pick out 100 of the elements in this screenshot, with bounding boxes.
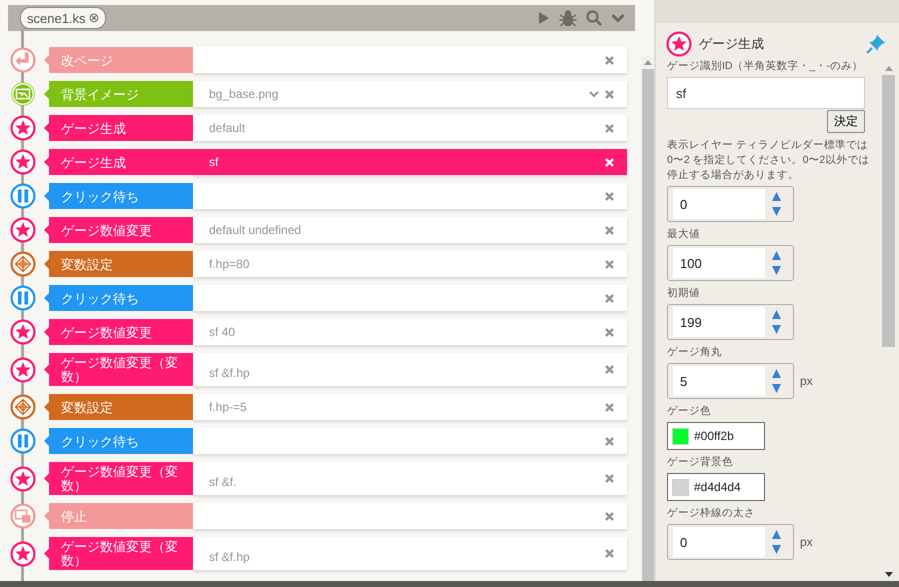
tab-close[interactable]: ⊗	[88, 10, 100, 26]
number-spinner[interactable]: 0	[667, 524, 794, 560]
delete-icon[interactable]	[605, 260, 614, 268]
number-spinner[interactable]: 0	[667, 186, 794, 222]
color-field[interactable]: #00ff2b	[667, 422, 765, 450]
field-label: 最大値	[667, 227, 701, 242]
command-label[interactable]: ゲージ数値変更（変数）	[44, 353, 193, 386]
delete-icon[interactable]	[605, 90, 614, 98]
command-row[interactable]: bg_base.png	[193, 81, 627, 107]
increment-icon[interactable]	[772, 530, 781, 539]
parameter-text: sf	[209, 155, 218, 171]
command-label[interactable]: ゲージ生成	[44, 149, 193, 175]
number-spinner[interactable]: 5	[667, 363, 794, 399]
command-row[interactable]: sf	[193, 149, 627, 175]
cube-icon	[10, 394, 36, 420]
search-icon[interactable]	[586, 10, 602, 26]
pin-icon[interactable]	[865, 33, 887, 55]
delete-icon[interactable]	[605, 402, 614, 412]
field-label: ゲージ枠線の太さ	[667, 506, 756, 521]
field-label: ゲージ識別ID（半角英数字・_・-のみ）	[667, 59, 864, 74]
command-label[interactable]: 背景イメージ	[44, 81, 193, 107]
command-row[interactable]: sf &f.hp	[193, 353, 627, 386]
confirm-button[interactable]: 決定	[827, 110, 865, 133]
file-tab[interactable]: scene1.ks ⊗	[20, 7, 106, 29]
color-value: #00ff2b	[694, 429, 734, 443]
field-label: ゲージ色	[667, 404, 712, 419]
enter-icon	[10, 47, 36, 73]
parameter-text: sf 40	[209, 325, 236, 341]
field-label: ゲージ背景色	[667, 455, 734, 470]
id-input[interactable]: sf	[667, 77, 865, 109]
command-row[interactable]: f.hp=80	[193, 251, 627, 277]
number-value: 100	[673, 248, 765, 278]
cube-icon	[10, 251, 36, 277]
command-label[interactable]: クリック待ち	[44, 428, 193, 454]
number-value: 0	[673, 189, 765, 219]
parameter-text: bg_base.png	[209, 87, 278, 103]
chevron-down-icon[interactable]	[611, 13, 625, 23]
decrement-icon[interactable]	[772, 266, 781, 275]
scroll-up-icon[interactable]	[644, 60, 652, 65]
decrement-icon[interactable]	[772, 325, 781, 334]
panel-title: ゲージ生成	[699, 35, 764, 53]
command-row[interactable]: default	[193, 115, 627, 141]
delete-icon[interactable]	[605, 226, 614, 234]
delete-icon[interactable]	[605, 549, 614, 558]
command-row[interactable]: sf 40	[193, 319, 627, 345]
increment-icon[interactable]	[772, 369, 781, 378]
parameter-text: f.hp=80	[209, 257, 250, 273]
command-label[interactable]: 変数設定	[44, 394, 193, 420]
bug-icon[interactable]	[559, 9, 577, 27]
number-value: 0	[673, 527, 765, 557]
delete-icon[interactable]	[605, 436, 614, 446]
command-label[interactable]: 改ページ	[44, 47, 193, 73]
delete-icon[interactable]	[605, 365, 614, 374]
command-label[interactable]: ゲージ数値変更	[44, 319, 193, 345]
command-row[interactable]: sf &f.	[193, 462, 627, 495]
parameter-text: sf &f.	[209, 475, 236, 491]
command-label[interactable]: ゲージ数値変更（変数）	[44, 537, 193, 570]
command-label[interactable]: クリック待ち	[44, 183, 193, 209]
chevron-down-icon[interactable]	[589, 90, 599, 98]
decrement-icon[interactable]	[772, 384, 781, 393]
unit-text: px	[800, 374, 813, 388]
pause-icon	[10, 183, 36, 209]
number-value: 5	[673, 366, 765, 396]
image-icon	[10, 81, 36, 107]
command-label[interactable]: 停止	[44, 503, 193, 529]
field-label: 表示レイヤー ティラノビルダー標準では0〜2 を指定してください。0〜2以外では停止する場合があります。	[667, 138, 870, 183]
command-row[interactable]: default undefined	[193, 217, 627, 243]
command-row[interactable]: sf &f.hp	[193, 537, 627, 570]
delete-icon[interactable]	[605, 474, 614, 483]
stop-icon	[10, 503, 36, 529]
increment-icon[interactable]	[772, 310, 781, 319]
play-icon[interactable]	[538, 11, 550, 25]
command-label[interactable]: クリック待ち	[44, 285, 193, 311]
increment-icon[interactable]	[772, 192, 781, 201]
delete-icon[interactable]	[605, 192, 614, 200]
delete-icon[interactable]	[605, 294, 614, 302]
command-row[interactable]: f.hp-=5	[193, 394, 627, 420]
command-label[interactable]: ゲージ生成	[44, 115, 193, 141]
number-value: 199	[673, 307, 765, 337]
number-spinner[interactable]: 100	[667, 245, 794, 281]
scroll-thumb[interactable]	[882, 75, 895, 347]
increment-icon[interactable]	[772, 251, 781, 260]
decrement-icon[interactable]	[772, 545, 781, 554]
command-label[interactable]: 変数設定	[44, 251, 193, 277]
scroll-down-icon[interactable]	[884, 572, 892, 577]
unit-text: px	[800, 535, 813, 549]
parameter-text: f.hp-=5	[209, 400, 247, 416]
number-spinner[interactable]: 199	[667, 304, 794, 340]
parameter-text: sf &f.hp	[209, 366, 250, 382]
scroll-up-icon[interactable]	[884, 66, 892, 71]
parameter-text: default	[209, 121, 246, 137]
decrement-icon[interactable]	[772, 207, 781, 216]
color-field[interactable]: #d4d4d4	[667, 473, 765, 501]
delete-icon[interactable]	[605, 124, 614, 132]
command-label[interactable]: ゲージ数値変更	[44, 217, 193, 243]
field-label: 初期値	[667, 286, 701, 301]
command-label[interactable]: ゲージ数値変更（変数）	[44, 462, 193, 495]
delete-icon[interactable]	[605, 328, 614, 336]
delete-icon[interactable]	[605, 512, 614, 520]
delete-icon[interactable]	[605, 56, 614, 64]
